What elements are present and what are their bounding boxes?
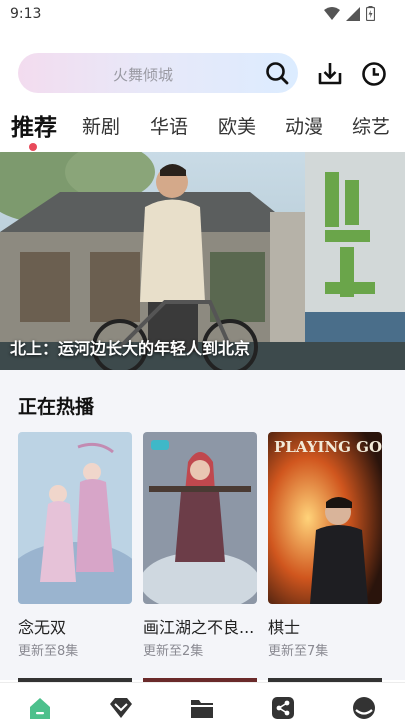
category-tabs: 推荐 新剧 华语 欧美 动漫 综艺 (0, 104, 405, 151)
bottom-nav (0, 682, 405, 720)
video-title: 念无双 (18, 618, 67, 637)
search-placeholder: 火舞倾城 (113, 66, 174, 84)
diamond-icon[interactable] (108, 695, 134, 720)
video-title: 画江湖之不良... (143, 618, 255, 637)
status-icons (324, 6, 375, 21)
video-poster: PLAYING GO (268, 432, 382, 604)
search-input[interactable]: 火舞倾城 (18, 53, 298, 93)
now-playing-section: 正在热播 念无双 更新至8集 画江湖之不良... 更新至2集 PLAYING G… (0, 370, 405, 680)
video-update-status: 更新至2集 (143, 644, 204, 659)
video-poster (143, 432, 257, 604)
status-time: 9:13 (10, 6, 42, 22)
poster-title: PLAYING GO (274, 438, 382, 456)
video-card[interactable]: 念无双 更新至8集 (18, 432, 132, 659)
video-title: 棋士 (268, 618, 301, 637)
tab-anime[interactable]: 动漫 (285, 112, 323, 139)
video-poster (18, 432, 132, 604)
signal-icon (346, 6, 360, 21)
video-update-status: 更新至8集 (18, 644, 79, 659)
status-bar: 9:13 (0, 0, 405, 30)
tab-new-drama[interactable]: 新剧 (82, 112, 120, 139)
history-icon[interactable] (360, 60, 388, 88)
tab-recommended[interactable]: 推荐 (11, 108, 57, 142)
banner-caption: 北上：运河边长大的年轻人到北京 (10, 339, 251, 358)
featured-banner[interactable]: 北上：运河边长大的年轻人到北京 (0, 152, 405, 370)
video-card[interactable]: 画江湖之不良... 更新至2集 (143, 432, 257, 659)
tab-variety[interactable]: 综艺 (352, 112, 390, 139)
search-row: 火舞倾城 (0, 52, 405, 96)
home-icon[interactable] (27, 695, 53, 720)
section-title: 正在热播 (18, 396, 95, 418)
active-tab-indicator (29, 143, 37, 151)
wifi-icon (324, 6, 340, 20)
tab-western[interactable]: 欧美 (218, 112, 256, 139)
battery-icon (366, 6, 375, 21)
profile-icon[interactable] (351, 695, 377, 720)
share-icon[interactable] (270, 695, 296, 720)
folder-icon[interactable] (189, 695, 215, 720)
tab-chinese[interactable]: 华语 (150, 112, 188, 139)
video-card[interactable]: PLAYING GO 棋士 更新至7集 (268, 432, 382, 659)
search-icon[interactable] (264, 60, 290, 86)
video-update-status: 更新至7集 (268, 644, 329, 659)
download-icon[interactable] (316, 60, 344, 88)
